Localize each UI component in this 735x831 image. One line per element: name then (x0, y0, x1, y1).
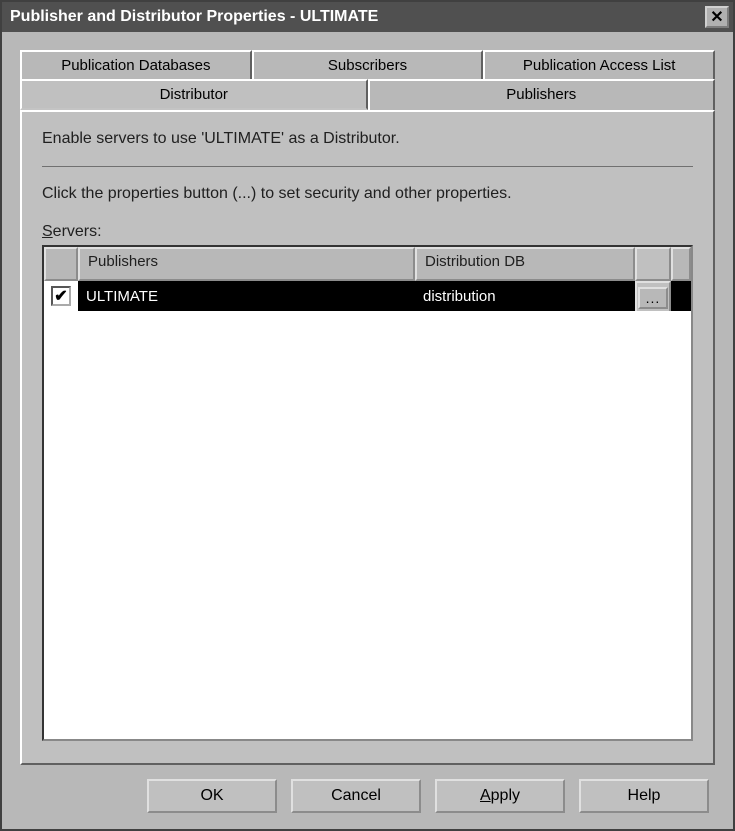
tab-distributor[interactable]: Distributor (20, 79, 368, 110)
tab-row-front: Distributor Publishers (20, 79, 715, 110)
cancel-button[interactable]: Cancel (291, 779, 421, 813)
servers-access-key: S (42, 223, 53, 240)
close-button[interactable]: ✕ (705, 6, 729, 28)
row-spacer (671, 281, 691, 311)
col-spacer (671, 247, 691, 281)
tabs-area: Publication Databases Subscribers Public… (20, 50, 715, 110)
row-distribution-db: distribution (415, 281, 635, 311)
col-distribution-db[interactable]: Distribution DB (415, 247, 635, 281)
tab-subscribers[interactable]: Subscribers (252, 50, 484, 79)
row-properties-button-cell: ... (635, 281, 671, 315)
enable-description: Enable servers to use 'ULTIMATE' as a Di… (42, 130, 693, 167)
tab-publication-databases[interactable]: Publication Databases (20, 50, 252, 79)
tab-panel-distributor: Enable servers to use 'ULTIMATE' as a Di… (20, 110, 715, 765)
apply-button[interactable]: Apply (435, 779, 565, 813)
table-row[interactable]: ✔ ULTIMATE distribution ... (44, 281, 691, 311)
title-text: Publisher and Distributor Properties - U… (10, 8, 705, 26)
servers-label-rest: ervers: (53, 223, 102, 240)
apply-rest: pply (491, 787, 520, 805)
servers-grid: Publishers Distribution DB ✔ ULTIMATE di… (42, 245, 693, 741)
apply-access-key: A (480, 787, 491, 805)
close-icon: ✕ (710, 7, 723, 27)
properties-hint: Click the properties button (...) to set… (42, 185, 693, 203)
checkbox-icon[interactable]: ✔ (51, 286, 71, 306)
title-bar: Publisher and Distributor Properties - U… (2, 2, 733, 32)
ok-button[interactable]: OK (147, 779, 277, 813)
col-properties (635, 247, 671, 281)
tab-publication-access-list[interactable]: Publication Access List (483, 50, 715, 79)
ellipsis-icon: ... (646, 290, 661, 306)
help-button[interactable]: Help (579, 779, 709, 813)
col-publishers[interactable]: Publishers (78, 247, 415, 281)
row-checkbox-cell[interactable]: ✔ (44, 281, 78, 311)
tab-publishers[interactable]: Publishers (368, 79, 716, 110)
grid-header: Publishers Distribution DB (44, 247, 691, 281)
col-check[interactable] (44, 247, 78, 281)
tab-row-back: Publication Databases Subscribers Public… (20, 50, 715, 79)
client-area: Publication Databases Subscribers Public… (2, 32, 733, 829)
button-row: OK Cancel Apply Help (20, 765, 715, 819)
servers-label: Servers: (42, 223, 693, 241)
row-publisher: ULTIMATE (78, 281, 415, 311)
properties-button[interactable]: ... (638, 287, 668, 309)
dialog-window: Publisher and Distributor Properties - U… (0, 0, 735, 831)
grid-blank (44, 311, 691, 739)
